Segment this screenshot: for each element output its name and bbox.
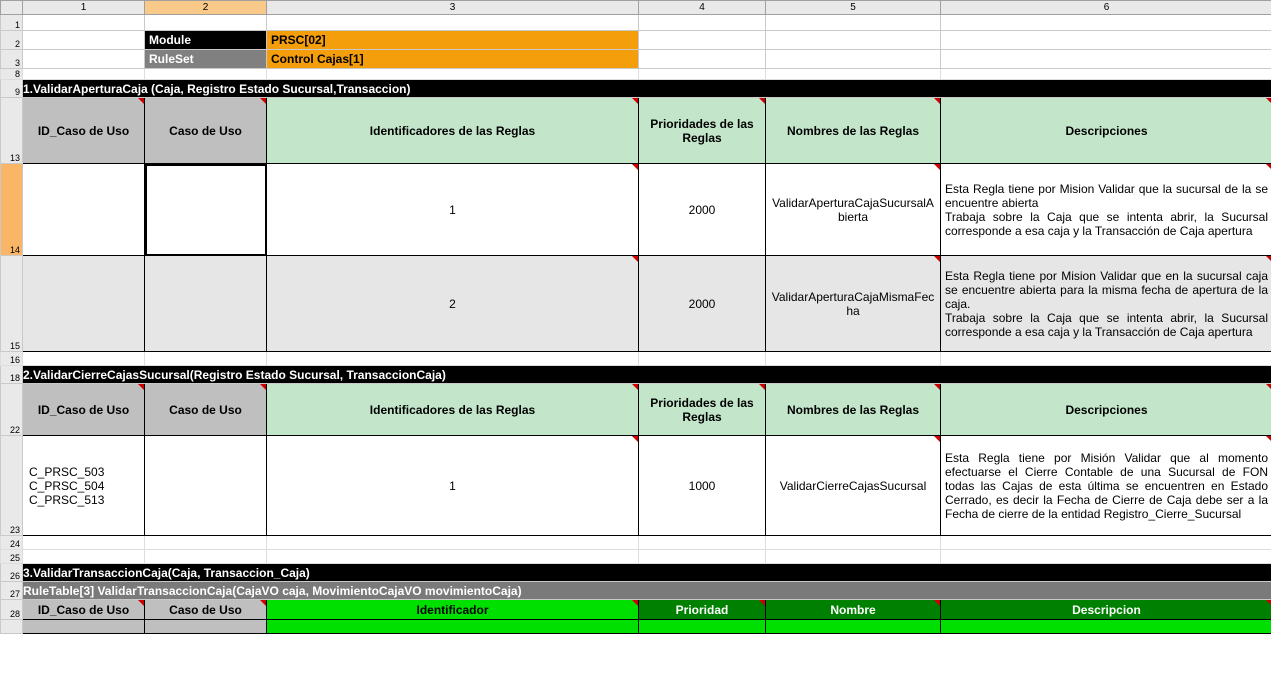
cell-id-caso: C_PRSC_503 C_PRSC_504 C_PRSC_513 [23,463,144,509]
section3-subtitle: RuleTable[3] ValidarTransaccionCaja(Caja… [23,584,522,598]
row-header[interactable]: 22 [1,384,23,436]
cell-nombre: ValidarAperturaCajaSucursalAbierta [766,194,940,226]
section3-title: 3.ValidarTransaccionCaja(Caja, Transacci… [23,566,310,580]
cell-identificador: 1 [267,201,638,219]
row-header[interactable]: 28 [1,600,23,620]
col-header-3[interactable]: 3 [267,1,639,15]
module-value: PRSC[02] [267,31,638,49]
cell-descripcion: Esta Regla tiene por Misión Validar que … [941,449,1271,523]
row-header[interactable]: 23 [1,436,23,536]
hdr-prioridad: Prioridad [639,601,765,619]
section1-row-1[interactable]: 14 1 2000 ValidarAperturaCajaSucursalAbi… [1,164,1271,256]
cell-nombre: ValidarAperturaCajaMismaFecha [766,288,940,320]
cell-descripcion: Esta Regla tiene por Mision Validar que … [941,267,1271,341]
hdr-prioridades: Prioridades de las Reglas [639,394,765,426]
row-header[interactable]: 2 [1,31,23,50]
select-all-corner[interactable] [1,1,23,15]
hdr-identificador: Identificador [267,601,638,619]
row-header[interactable]: 27 [1,582,23,600]
module-label: Module [145,31,266,49]
hdr-prioridades: Prioridades de las Reglas [639,115,765,147]
hdr-caso: Caso de Uso [145,122,266,140]
hdr-id-caso: ID_Caso de Uso [23,601,144,619]
hdr-nombre: Nombre [766,601,940,619]
spreadsheet-grid[interactable]: 1 2 3 4 5 6 1 2 Module PRSC[02] 3 RuleSe… [0,0,1271,634]
hdr-caso: Caso de Uso [145,401,266,419]
ruleset-label: RuleSet [145,50,266,68]
row-header[interactable]: 8 [1,69,23,80]
hdr-identificadores: Identificadores de las Reglas [267,122,638,140]
section1-headers[interactable]: 13 ID_Caso de Uso Caso de Uso Identifica… [1,98,1271,164]
row-header[interactable]: 14 [1,164,23,256]
cell-prioridad: 2000 [639,295,765,313]
cell-identificador: 2 [267,295,638,313]
ruleset-value: Control Cajas[1] [267,50,638,68]
row-spacer[interactable]: 25 [1,550,1271,564]
row-header[interactable]: 16 [1,352,23,366]
hdr-descripciones: Descripciones [941,122,1271,140]
hdr-descripciones: Descripciones [941,401,1271,419]
hdr-id-caso: ID_Caso de Uso [23,122,144,140]
selected-cell[interactable] [145,164,267,256]
row-header[interactable]: 24 [1,536,23,550]
row-module[interactable]: 2 Module PRSC[02] [1,31,1271,50]
row-spacer[interactable]: 8 [1,69,1271,80]
column-header-row[interactable]: 1 2 3 4 5 6 [1,1,1271,15]
hdr-descripcion: Descripcion [941,601,1271,619]
row-spacer[interactable]: 16 [1,352,1271,366]
row-header[interactable]: 25 [1,550,23,564]
section2-title-row[interactable]: 18 2.ValidarCierreCajasSucursal(Registro… [1,366,1271,384]
cell-prioridad: 2000 [639,201,765,219]
section2-title: 2.ValidarCierreCajasSucursal(Registro Es… [23,368,446,382]
row-spacer[interactable]: 24 [1,536,1271,550]
row-header[interactable]: 13 [1,98,23,164]
section2-headers[interactable]: 22 ID_Caso de Uso Caso de Uso Identifica… [1,384,1271,436]
section3-headers[interactable]: 28 ID_Caso de Uso Caso de Uso Identifica… [1,600,1271,620]
row-header[interactable]: 18 [1,366,23,384]
hdr-nombres: Nombres de las Reglas [766,122,940,140]
section1-title-row[interactable]: 9 1.ValidarAperturaCaja (Caja, Registro … [1,80,1271,98]
col-header-2[interactable]: 2 [145,1,267,15]
cell-identificador: 1 [267,477,638,495]
col-header-4[interactable]: 4 [639,1,766,15]
hdr-caso: Caso de Uso [145,601,266,619]
row-1[interactable]: 1 [1,15,1271,31]
row-header[interactable]: 1 [1,15,23,31]
section1-title: 1.ValidarAperturaCaja (Caja, Registro Es… [23,82,410,96]
cell-descripcion: Esta Regla tiene por Mision Validar que … [941,180,1271,240]
cell-nombre: ValidarCierreCajasSucursal [766,477,940,495]
section1-row-2[interactable]: 15 2 2000 ValidarAperturaCajaMismaFecha … [1,256,1271,352]
col-header-5[interactable]: 5 [766,1,941,15]
section3-title-row[interactable]: 26 3.ValidarTransaccionCaja(Caja, Transa… [1,564,1271,582]
section3-subtitle-row[interactable]: 27 RuleTable[3] ValidarTransaccionCaja(C… [1,582,1271,600]
col-header-1[interactable]: 1 [23,1,145,15]
hdr-identificadores: Identificadores de las Reglas [267,401,638,419]
row-header[interactable]: 3 [1,50,23,69]
col-header-6[interactable]: 6 [941,1,1271,15]
section3-overflow[interactable] [1,620,1271,634]
cell-prioridad: 1000 [639,477,765,495]
hdr-id-caso: ID_Caso de Uso [23,401,144,419]
row-ruleset[interactable]: 3 RuleSet Control Cajas[1] [1,50,1271,69]
section2-row-1[interactable]: 23 C_PRSC_503 C_PRSC_504 C_PRSC_513 1 10… [1,436,1271,536]
row-header[interactable]: 15 [1,256,23,352]
hdr-nombres: Nombres de las Reglas [766,401,940,419]
row-header[interactable]: 9 [1,80,23,98]
row-header[interactable]: 26 [1,564,23,582]
